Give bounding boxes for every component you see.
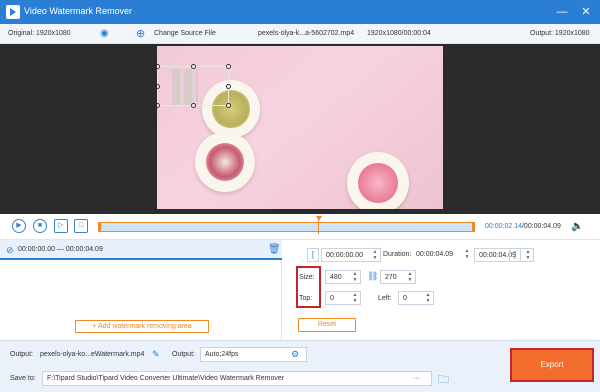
format-label: Output:: [172, 351, 195, 358]
duration-label: Duration:: [383, 251, 412, 258]
resize-handle[interactable]: [191, 103, 196, 108]
next-frame-icon[interactable]: ▷: [54, 219, 68, 233]
gear-icon[interactable]: ⚙: [291, 349, 299, 360]
set-start-icon[interactable]: [: [307, 248, 319, 262]
playhead[interactable]: [316, 216, 322, 221]
add-watermark-area-button[interactable]: + Add watermark removing area: [75, 320, 209, 333]
original-resolution: Original: 1920x1080: [8, 30, 71, 37]
resize-handle[interactable]: [226, 64, 231, 69]
loop-icon[interactable]: □: [74, 219, 88, 233]
end-time-field[interactable]: 00:00:04.09 ▲ ▼: [474, 248, 534, 262]
close-icon[interactable]: ✕: [578, 4, 594, 20]
bowl-middle: [195, 132, 255, 192]
total-time: /00:00:04.09: [521, 223, 561, 230]
window-title: Video Watermark Remover: [24, 6, 133, 16]
trash-icon[interactable]: 🗑: [268, 244, 281, 255]
link-aspect-icon[interactable]: ⛓: [367, 271, 378, 282]
trim-start-handle[interactable]: [98, 222, 101, 232]
size-top-highlight: [296, 266, 321, 308]
segment-list: ⊘ 00:00:00.00 — 00:00:04.09 🗑 + Add wate…: [0, 240, 282, 340]
resize-handle[interactable]: [157, 103, 160, 108]
export-button[interactable]: Export: [510, 348, 594, 382]
output-resolution: Output: 1920x1080: [530, 30, 590, 37]
minimize-icon[interactable]: —: [554, 4, 570, 20]
source-filename: pexels-olya-k...a-5602702.mp4: [258, 30, 355, 37]
video-frame[interactable]: [157, 46, 443, 209]
trim-end-handle[interactable]: [472, 222, 475, 232]
save-to-label: Save to:: [10, 375, 36, 382]
resize-handle[interactable]: [226, 103, 231, 108]
source-meta: 1920x1080/00:00:04: [367, 30, 431, 37]
height-field[interactable]: 270 ▲ ▼: [380, 270, 416, 284]
bowl-bottom: [347, 152, 409, 209]
start-time-field[interactable]: 00:00:00.00 ▲ ▼: [321, 248, 381, 262]
app-logo-icon: [6, 5, 20, 19]
info-bar: Original: 1920x1080 ◉ ⊕ Change Source Fi…: [0, 24, 600, 44]
playback-bar: ▶ ■ ▷ □ 00:00:02.14/00:00:04.09 🔈: [0, 214, 600, 240]
eye-icon[interactable]: ◉: [100, 28, 109, 39]
output-label: Output:: [10, 351, 33, 358]
timeline-track[interactable]: [98, 222, 475, 232]
resize-handle[interactable]: [191, 64, 196, 69]
segment-row[interactable]: ⊘ 00:00:00.00 — 00:00:04.09 🗑: [0, 240, 282, 260]
width-field[interactable]: 480 ▲ ▼: [325, 270, 361, 284]
mosaic-area: [172, 69, 198, 105]
duration-field[interactable]: 00:00:04.09 ▲ ▼: [416, 248, 472, 262]
edit-icon[interactable]: ✎: [152, 349, 160, 360]
segment-time-range: 00:00:00.00 — 00:00:04.09: [18, 246, 103, 253]
video-preview: [0, 44, 600, 214]
left-label: Left:: [378, 295, 392, 302]
save-path-field[interactable]: F:\Tipard Studio\Tipard Video Converter …: [42, 371, 432, 386]
resize-handle[interactable]: [226, 84, 231, 89]
stop-icon[interactable]: ■: [33, 219, 47, 233]
watermark-area-icon: ⊘: [6, 245, 14, 255]
resize-handle[interactable]: [157, 64, 160, 69]
time-readout: 00:00:02.14/00:00:04.09: [485, 223, 561, 230]
change-source-button[interactable]: Change Source File: [154, 30, 216, 37]
current-time: 00:00:02.14: [485, 223, 522, 230]
folder-icon[interactable]: 🗀: [438, 371, 449, 390]
top-field[interactable]: 0 ▲ ▼: [325, 291, 361, 305]
play-icon[interactable]: ▶: [12, 219, 26, 233]
resize-handle[interactable]: [157, 84, 160, 89]
reset-button[interactable]: Reset: [298, 318, 356, 332]
plus-icon[interactable]: ⊕: [136, 27, 145, 40]
volume-icon[interactable]: 🔈: [571, 221, 583, 233]
playhead-line: [318, 220, 319, 234]
browse-button[interactable]: ···: [413, 375, 420, 382]
watermark-selection-box[interactable]: [157, 64, 231, 108]
output-filename: pexels-olya-ko...eWatermark.mp4: [40, 351, 145, 358]
title-bar: Video Watermark Remover — ✕: [0, 0, 600, 24]
format-select[interactable]: Auto;24fps ⚙: [200, 347, 307, 362]
left-field[interactable]: 0 ▲ ▼: [398, 291, 434, 305]
set-end-icon[interactable]: ]: [509, 248, 521, 262]
